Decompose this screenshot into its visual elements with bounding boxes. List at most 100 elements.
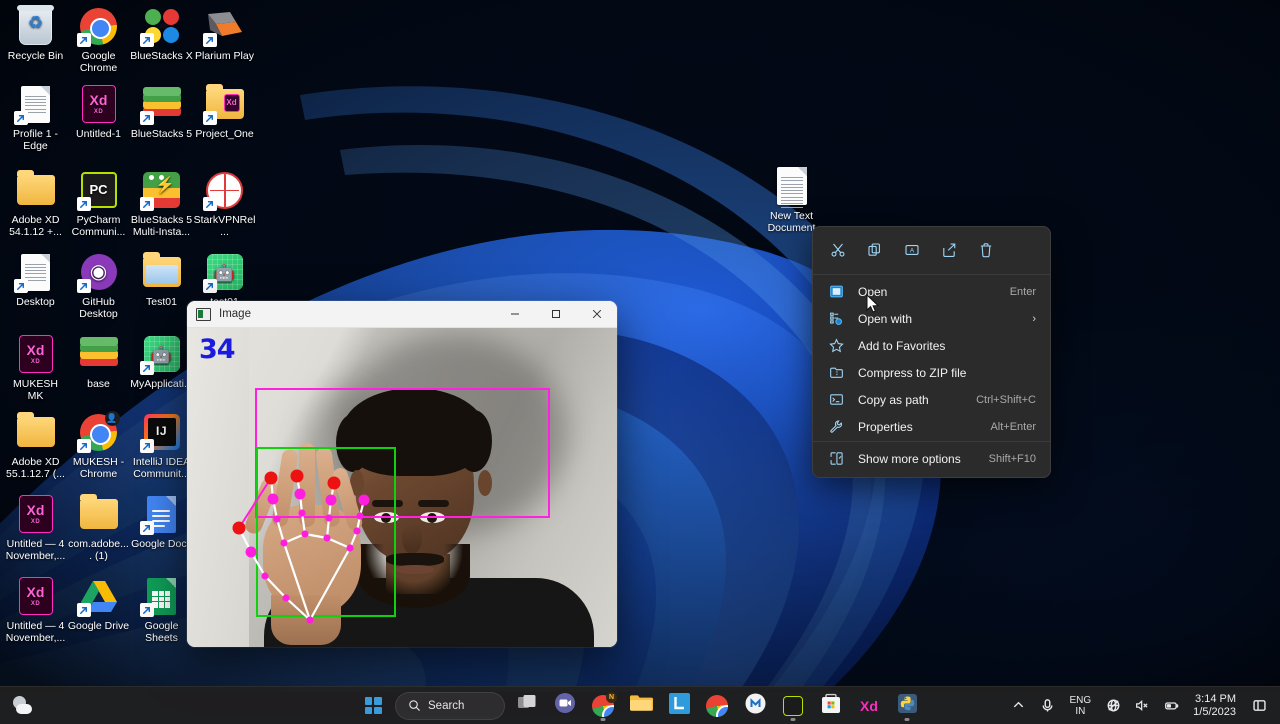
search-button[interactable]: Search xyxy=(395,691,505,720)
desktop-icon-google-drive[interactable]: Google Drive xyxy=(67,576,130,633)
delete-button[interactable] xyxy=(969,235,1002,265)
network-icon[interactable] xyxy=(1100,691,1127,721)
desktop-icon-google-sheets[interactable]: Google Sheets xyxy=(130,576,193,644)
taskbar[interactable]: Search N Xd ENG IN 3:14 PM 1/5/2023 xyxy=(0,686,1280,724)
desktop-icon-github-desktop[interactable]: ◉ GitHub Desktop xyxy=(67,252,130,320)
system-tray: ENG IN 3:14 PM 1/5/2023 xyxy=(1005,687,1280,724)
file-explorer-icon xyxy=(629,693,653,718)
desktop-icon-untitled-1[interactable]: Xd XD Untitled-1 xyxy=(67,84,130,141)
shortcut-overlay-icon xyxy=(139,111,154,125)
chrome-notify-icon: N xyxy=(592,691,617,717)
shortcut-overlay-icon xyxy=(139,521,154,535)
taskbar-app-chat[interactable] xyxy=(548,690,582,722)
document-icon xyxy=(13,84,56,125)
desktop-icon-profile-1-edge[interactable]: Profile 1 - Edge xyxy=(4,84,67,152)
copy-button[interactable] xyxy=(858,235,891,265)
desktop-icon-label: Untitled — 4 November,... xyxy=(5,538,66,562)
desktop-icon-base[interactable]: base xyxy=(67,334,130,391)
desktop-icon-project-one[interactable]: Xd Project_One xyxy=(193,84,256,141)
menu-item-copy-as-path[interactable]: Copy as path Ctrl+Shift+C xyxy=(816,386,1047,413)
battery-icon[interactable] xyxy=(1158,691,1185,721)
show-hidden-icons-button[interactable] xyxy=(1005,691,1032,721)
taskbar-app-adobe-xd[interactable]: Xd xyxy=(852,690,886,722)
desktop-icon-adobe-xd-55-1-12-7[interactable]: Adobe XD 55.1.12.7 (... xyxy=(4,412,67,480)
desktop-icon-label: StarkVPNRel... xyxy=(193,214,256,238)
menu-item-properties[interactable]: Properties Alt+Enter xyxy=(816,413,1047,440)
close-button[interactable] xyxy=(576,301,617,328)
desktop-icon-label: MUKESH MK xyxy=(13,378,58,402)
desktop-icon-test01[interactable]: Test01 xyxy=(130,252,193,309)
menu-item-compress-to-zip-file[interactable]: Compress to ZIP file xyxy=(816,359,1047,386)
taskbar-app-pycharm[interactable] xyxy=(776,690,810,722)
shortcut-overlay-icon xyxy=(139,197,154,211)
clock[interactable]: 3:14 PM 1/5/2023 xyxy=(1187,691,1244,721)
desktop-icon-google-chrome[interactable]: Google Chrome xyxy=(67,6,130,74)
desktop-icon-label: BlueStacks 5 Multi-Insta... xyxy=(130,214,193,238)
file-context-menu[interactable]: A Open Enter Open with › Add to Favorites Com… xyxy=(812,226,1051,478)
desktop-icon-adobe-xd-54-1-12[interactable]: Adobe XD 54.1.12 +... xyxy=(4,170,67,238)
desktop-icon-bluestacks-x[interactable]: BlueStacks X xyxy=(130,6,193,63)
desktop-icon-untitled-4-november[interactable]: Xd XD Untitled — 4 November,... xyxy=(4,576,67,644)
image-viewer-window[interactable]: Image 34 xyxy=(187,301,617,647)
desktop-icon-mukesh-chrome[interactable]: 👤 MUKESH - Chrome xyxy=(67,411,130,480)
shortcut-overlay-icon xyxy=(76,197,91,211)
frame-counter: 34 xyxy=(199,334,236,365)
menu-item-open-with[interactable]: Open with › xyxy=(816,305,1047,332)
search-label: Search xyxy=(428,699,465,712)
taskbar-app-python-app[interactable] xyxy=(890,690,924,722)
window-titlebar[interactable]: Image xyxy=(187,301,617,328)
desktop-icon-label: MyApplicati... xyxy=(130,378,193,390)
taskbar-app-app-circle[interactable] xyxy=(738,690,772,722)
desktop-icon-bluestacks-5[interactable]: BlueStacks 5 xyxy=(130,84,193,141)
minimize-button[interactable] xyxy=(494,301,535,328)
google-drive-icon xyxy=(76,576,119,617)
taskbar-app-file-explorer[interactable] xyxy=(624,690,658,722)
desktop-icon-label: Recycle Bin xyxy=(7,50,64,62)
menu-item-open[interactable]: Open Enter xyxy=(816,278,1047,305)
menu-item-add-to-favorites[interactable]: Add to Favorites xyxy=(816,332,1047,359)
taskbar-app-task-view[interactable] xyxy=(510,690,544,722)
desktop-icon-bluestacks-5-multi-insta[interactable]: ⚡ BlueStacks 5 Multi-Insta... xyxy=(130,170,193,238)
zip-icon xyxy=(828,364,845,381)
context-menu-items: Open Enter Open with › Add to Favorites Compr… xyxy=(813,278,1050,440)
desktop-icon-myapplicati[interactable]: 🤖 MyApplicati... xyxy=(130,334,193,391)
desktop-icon-desktop[interactable]: Desktop xyxy=(4,252,67,309)
bluestacks-icon xyxy=(79,334,119,374)
desktop-icon-pycharm-communi[interactable]: PC PyCharm Communi... xyxy=(67,170,130,238)
detection-image-canvas: 34 xyxy=(187,328,617,647)
start-button[interactable] xyxy=(356,690,390,722)
desktop-icon-plarium-play[interactable]: Plarium Play xyxy=(193,6,256,63)
desktop-icon-starkvpnrel[interactable]: StarkVPNRel... xyxy=(193,170,256,238)
window-title: Image xyxy=(219,308,251,320)
microphone-icon[interactable] xyxy=(1034,691,1061,721)
taskbar-app-microsoft-store[interactable] xyxy=(814,690,848,722)
desktop-icon-intellij-idea-communit[interactable]: IJ IntelliJ IDEA Communit... xyxy=(130,412,193,480)
cut-button[interactable] xyxy=(821,235,854,265)
menu-item-label: Open xyxy=(858,284,888,299)
bluestacks-multi-icon: ⚡ xyxy=(139,170,182,211)
desktop-icon-untitled-4-november[interactable]: Xd XD Untitled — 4 November,... xyxy=(4,494,67,562)
taskbar-app-lightshot[interactable] xyxy=(662,690,696,722)
rename-button[interactable]: A xyxy=(895,235,928,265)
open-icon xyxy=(828,283,845,300)
adobe-xd-icon: Xd xyxy=(860,697,878,714)
maximize-button[interactable] xyxy=(535,301,576,328)
chrome-icon xyxy=(76,6,119,47)
menu-item-show-more-options[interactable]: Show more options Shift+F10 xyxy=(816,445,1047,472)
taskbar-app-chrome-notify[interactable]: N xyxy=(586,690,620,722)
desktop-icon-label: Google Docs xyxy=(131,538,192,550)
wrench-icon xyxy=(828,418,845,435)
share-button[interactable] xyxy=(932,235,965,265)
volume-muted-icon[interactable] xyxy=(1129,691,1156,721)
wall-panel-left xyxy=(187,328,249,647)
desktop-icon-recycle-bin[interactable]: Recycle Bin xyxy=(4,4,67,63)
python-app-icon xyxy=(897,693,918,719)
taskbar-app-chrome[interactable] xyxy=(700,690,734,722)
notifications-icon[interactable] xyxy=(1246,691,1273,721)
desktop-icon-mukesh-mk[interactable]: Xd XD MUKESH MK xyxy=(4,334,67,402)
bluestacks-x-icon xyxy=(139,6,182,47)
desktop-icon-new-text-document[interactable]: New Text Document xyxy=(760,166,823,234)
desktop-icon-google-docs[interactable]: Google Docs xyxy=(130,494,193,551)
language-indicator[interactable]: ENG IN xyxy=(1063,691,1099,721)
desktop-icon-com-adobe-1[interactable]: com.adobe.... (1) xyxy=(67,494,130,562)
